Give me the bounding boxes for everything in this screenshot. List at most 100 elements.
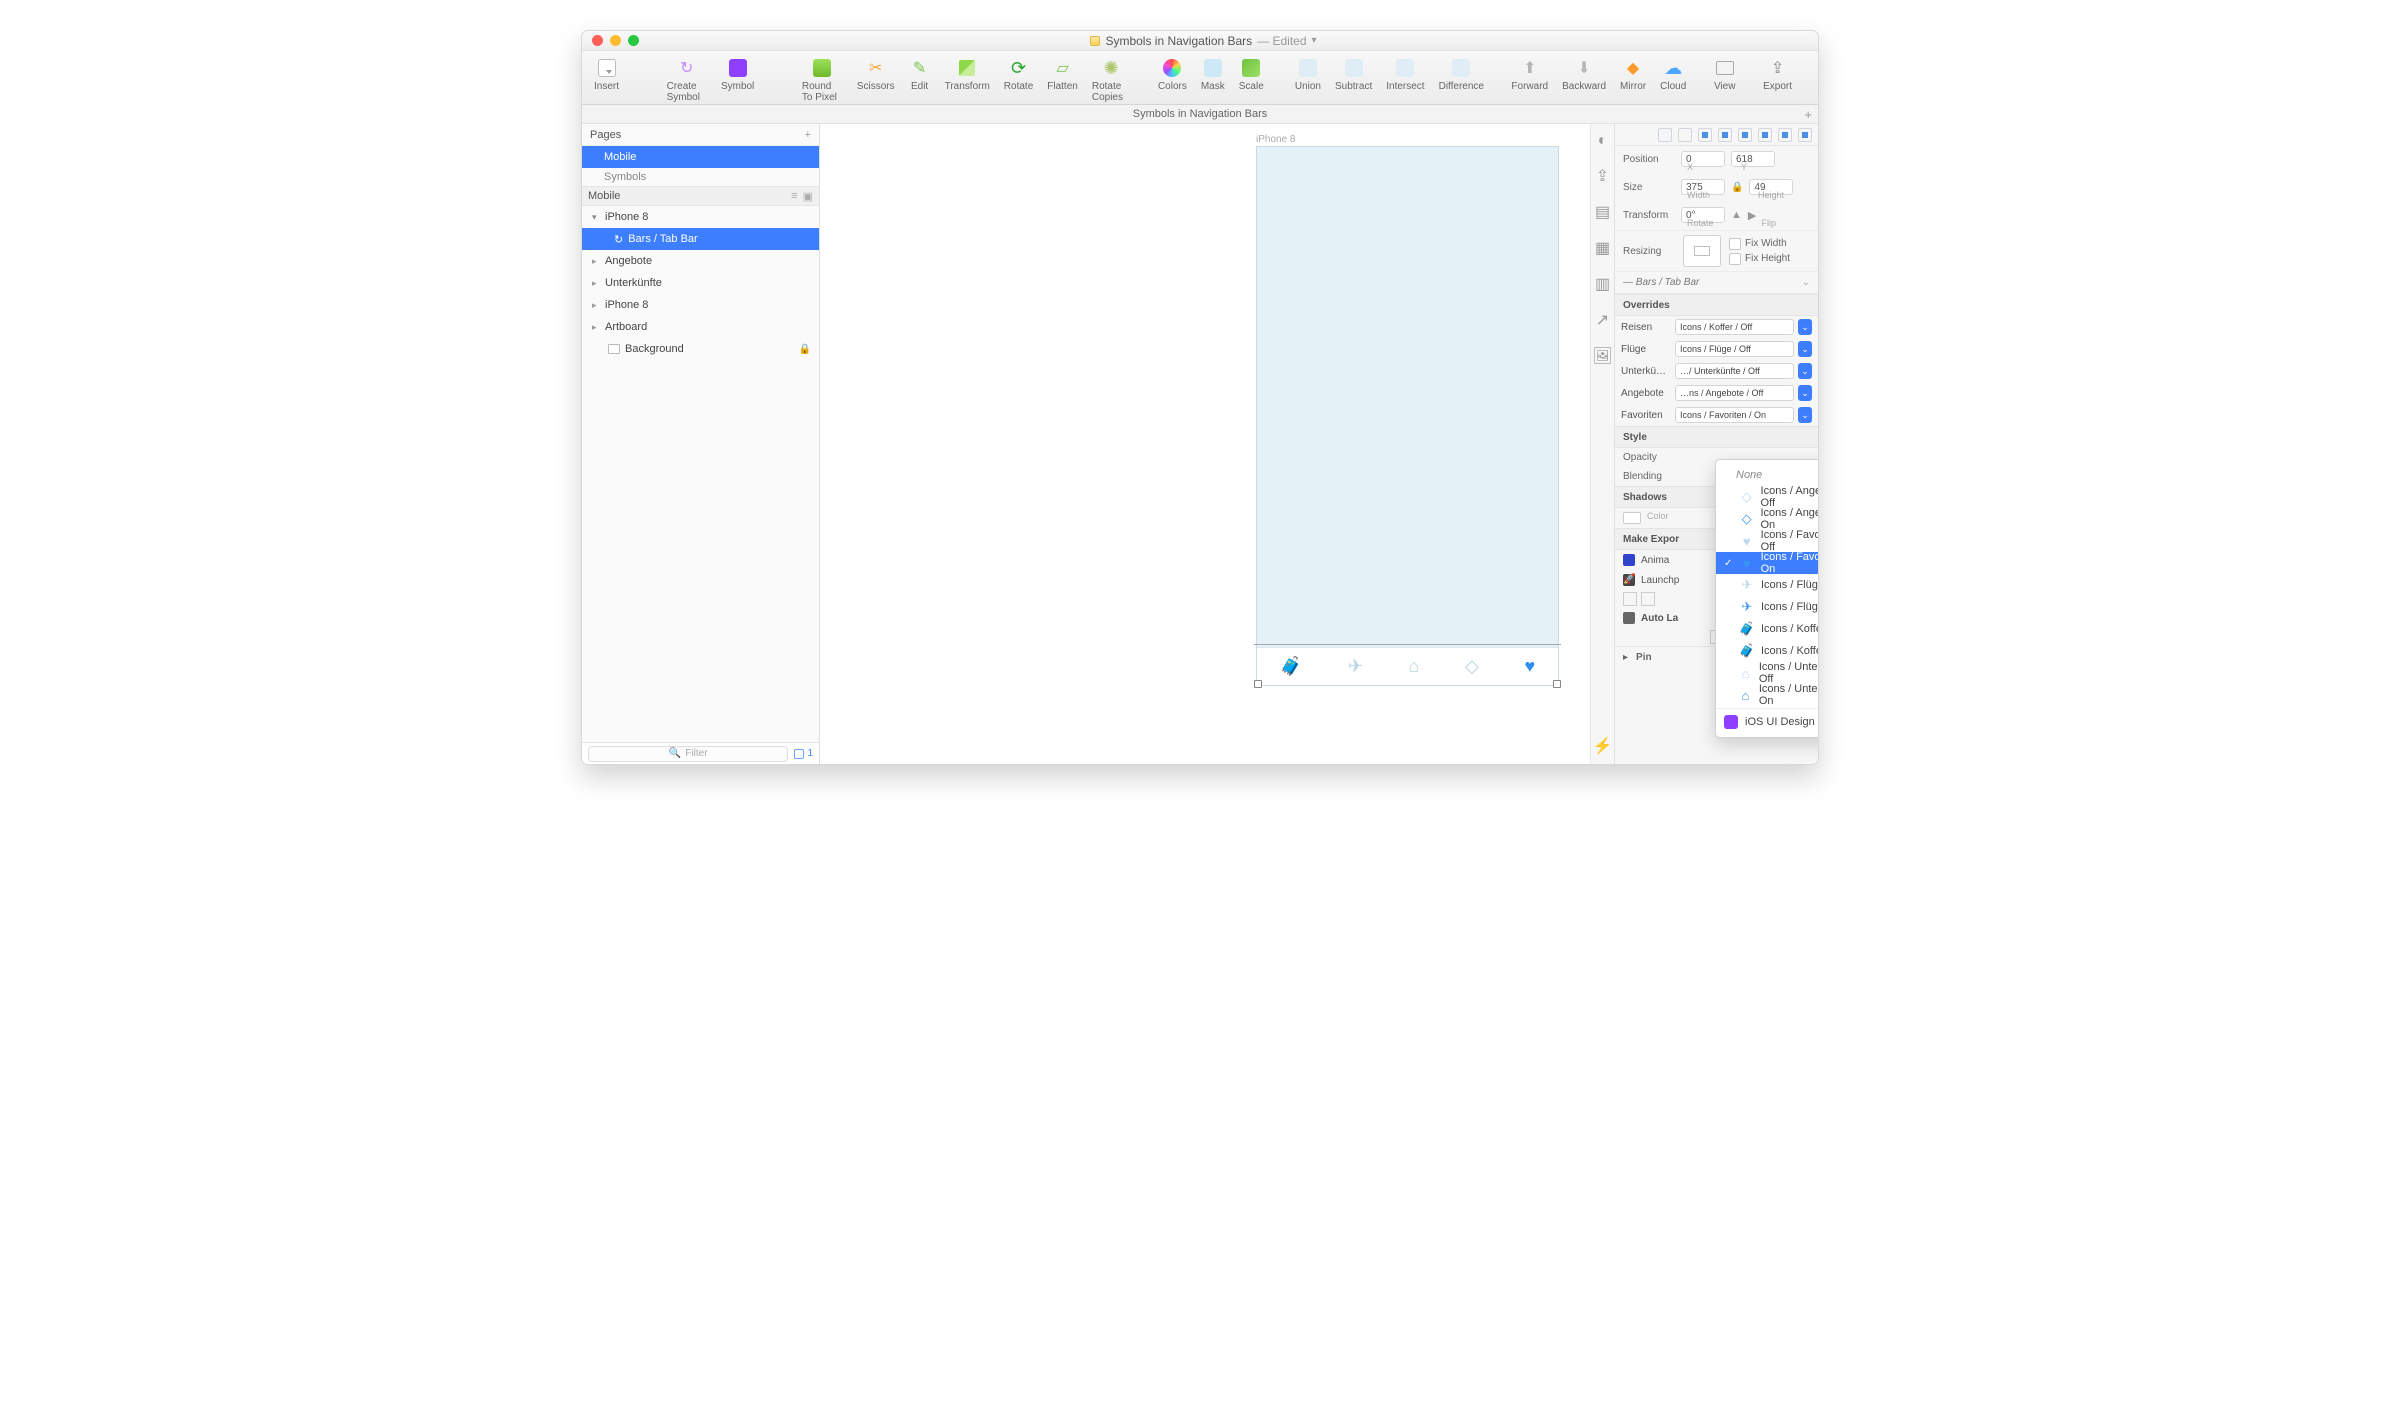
distribute-v-icon[interactable]: [1798, 128, 1812, 142]
plugin-icon-b[interactable]: [1641, 592, 1655, 606]
dropdown-icon[interactable]: ⌄: [1798, 385, 1812, 401]
flatten-button[interactable]: ▱Flatten: [1047, 55, 1078, 92]
dropdown-item-7[interactable]: 🧳Icons / Koffer / On: [1716, 640, 1819, 662]
intersect-button[interactable]: Intersect: [1386, 55, 1424, 92]
layer-background[interactable]: Background🔒: [582, 338, 819, 360]
mask-button[interactable]: Mask: [1201, 55, 1225, 92]
maximize-button[interactable]: [628, 35, 639, 46]
add-page-button[interactable]: +: [805, 129, 811, 141]
forward-button[interactable]: ⬆Forward: [1511, 55, 1548, 92]
dropdown-icon[interactable]: ⌄: [1798, 407, 1812, 423]
dropdown-item-9[interactable]: ⌂Icons / Unterkünfte / On: [1716, 684, 1819, 706]
pin-label[interactable]: Pin: [1636, 652, 1652, 663]
lock-icon[interactable]: 🔒: [799, 344, 811, 355]
fix-height-check[interactable]: Fix Height: [1729, 253, 1790, 265]
align-icon[interactable]: ▦: [1595, 238, 1610, 258]
symbol-button[interactable]: Symbol: [721, 55, 754, 92]
override-reisen-select[interactable]: Icons / Koffer / Off: [1675, 319, 1794, 335]
dropdown-item-3[interactable]: ✓♥Icons / Favoriten / On: [1716, 552, 1819, 574]
mirror-button[interactable]: ◆Mirror: [1620, 55, 1646, 92]
override-favoriten-select[interactable]: Icons / Favoriten / On: [1675, 407, 1794, 423]
dropdown-none[interactable]: None: [1716, 464, 1819, 486]
dropdown-icon[interactable]: ⌄: [1798, 319, 1812, 335]
canvas[interactable]: iPhone 8 🧳 ✈ ⌂ ◇ ♥: [820, 124, 1590, 764]
list-icon[interactable]: ≡: [791, 190, 797, 203]
layer-angebote[interactable]: ▸Angebote: [582, 250, 819, 272]
round-to-pixel-button[interactable]: Round To Pixel: [802, 55, 843, 103]
distribute-h-icon[interactable]: [1778, 128, 1792, 142]
layer-iphone8[interactable]: ▾iPhone 8: [582, 206, 819, 228]
collapse-icon[interactable]: ▣: [803, 190, 813, 203]
bolt-icon[interactable]: ⚡: [1593, 736, 1613, 756]
dropdown-icon[interactable]: ⌄: [1798, 341, 1812, 357]
resizing-control[interactable]: [1683, 235, 1721, 267]
union-button[interactable]: Union: [1295, 55, 1321, 92]
upload-icon[interactable]: ⇪: [1596, 166, 1609, 186]
layer-bars-tabbar[interactable]: ↻Bars / Tab Bar: [582, 228, 819, 250]
override-unterkunfte-select[interactable]: …/ Unterkünfte / Off: [1675, 363, 1794, 379]
artboard-label[interactable]: iPhone 8: [1256, 134, 1295, 145]
flip-v-icon[interactable]: ▶: [1748, 209, 1756, 222]
layer-unterkunfte[interactable]: ▸Unterkünfte: [582, 272, 819, 294]
lock-aspect-icon[interactable]: 🔒: [1731, 182, 1743, 193]
cloud-button[interactable]: ☁Cloud: [1660, 55, 1686, 92]
close-button[interactable]: [592, 35, 603, 46]
dropdown-item-2[interactable]: ♥Icons / Favoriten / Off: [1716, 530, 1819, 552]
dropdown-item-0[interactable]: ◇Icons / Angebote / Off: [1716, 486, 1819, 508]
dropdown-item-1[interactable]: ◇Icons / Angebote / On: [1716, 508, 1819, 530]
rotate-button[interactable]: ⟳Rotate: [1004, 55, 1033, 92]
artboard-header-label[interactable]: Mobile: [588, 190, 620, 202]
minimize-button[interactable]: [610, 35, 621, 46]
selection-handles[interactable]: [1254, 644, 1561, 688]
anima-tab-icon[interactable]: ◐: [1598, 132, 1608, 150]
layer-iphone8b[interactable]: ▸iPhone 8: [582, 294, 819, 316]
transform-button[interactable]: Transform: [945, 55, 990, 92]
layer-artboard[interactable]: ▸Artboard: [582, 316, 819, 338]
distribute-icon[interactable]: ▥: [1595, 274, 1610, 294]
pos-y-input[interactable]: 618: [1731, 151, 1775, 167]
override-angebote-select[interactable]: …ns / Angebote / Off: [1675, 385, 1794, 401]
align-vcenter-icon[interactable]: [1738, 128, 1752, 142]
dropdown-item-4[interactable]: ✈Icons / Flüge / Off: [1716, 574, 1819, 596]
rotate-copies-button[interactable]: ✺Rotate Copies: [1092, 55, 1131, 103]
pin-arrow-icon[interactable]: ▸: [1623, 652, 1628, 663]
chevron-down-icon[interactable]: ⌄: [1802, 277, 1810, 288]
export-button[interactable]: ⇪Export: [1763, 55, 1792, 92]
flip-h-icon[interactable]: ▲: [1731, 209, 1742, 221]
dropdown-item-6[interactable]: 🧳Icons / Koffer / Off: [1716, 618, 1819, 640]
title-dropdown-icon[interactable]: ▾: [1312, 35, 1317, 46]
fix-width-check[interactable]: Fix Width: [1729, 238, 1790, 250]
align-top-icon[interactable]: [1718, 128, 1732, 142]
subtract-button[interactable]: Subtract: [1335, 55, 1372, 92]
add-tab-button[interactable]: +: [1804, 107, 1812, 122]
page-mobile[interactable]: Mobile: [582, 146, 819, 168]
scale-button[interactable]: Scale: [1239, 55, 1264, 92]
symbol-breadcrumb[interactable]: — Bars / Tab Bar⌄: [1615, 272, 1818, 294]
align-hcenter-icon[interactable]: [1678, 128, 1692, 142]
dropdown-item-5[interactable]: ✈Icons / Flüge / On: [1716, 596, 1819, 618]
override-fluege-select[interactable]: Icons / Flüge / Off: [1675, 341, 1794, 357]
backward-button[interactable]: ⬇Backward: [1562, 55, 1606, 92]
difference-button[interactable]: Difference: [1439, 55, 1484, 92]
create-symbol-button[interactable]: ↻ Create Symbol: [667, 55, 707, 103]
scissors-button[interactable]: ✂Scissors: [857, 55, 895, 92]
tab-title[interactable]: Symbols in Navigation Bars: [1133, 108, 1268, 120]
symbol-override-dropdown[interactable]: None ◇Icons / Angebote / Off◇Icons / Ang…: [1715, 459, 1819, 738]
shadow-swatch[interactable]: [1623, 512, 1641, 524]
edit-button[interactable]: ✎Edit: [909, 55, 931, 92]
filter-toggle-icon[interactable]: [794, 749, 804, 759]
dropdown-icon[interactable]: ⌄: [1798, 363, 1812, 379]
colors-button[interactable]: Colors: [1158, 55, 1187, 92]
dropdown-item-8[interactable]: ⌂Icons / Unterkünfte / Off: [1716, 662, 1819, 684]
artboard-iphone8[interactable]: 🧳 ✈ ⌂ ◇ ♥: [1256, 146, 1559, 686]
insert-button[interactable]: Insert: [594, 55, 619, 92]
page-symbols[interactable]: Symbols: [582, 168, 819, 186]
print-icon[interactable]: ▤: [1595, 202, 1610, 222]
align-left-icon[interactable]: [1658, 128, 1672, 142]
align-bottom-icon[interactable]: [1758, 128, 1772, 142]
image-icon[interactable]: 🖼: [1592, 346, 1612, 366]
tabbar-symbol[interactable]: 🧳 ✈ ⌂ ◇ ♥: [1257, 647, 1558, 685]
align-right-icon[interactable]: [1698, 128, 1712, 142]
dropdown-ios-submenu[interactable]: iOS UI Design▶: [1716, 711, 1819, 733]
plugin-icon-a[interactable]: [1623, 592, 1637, 606]
